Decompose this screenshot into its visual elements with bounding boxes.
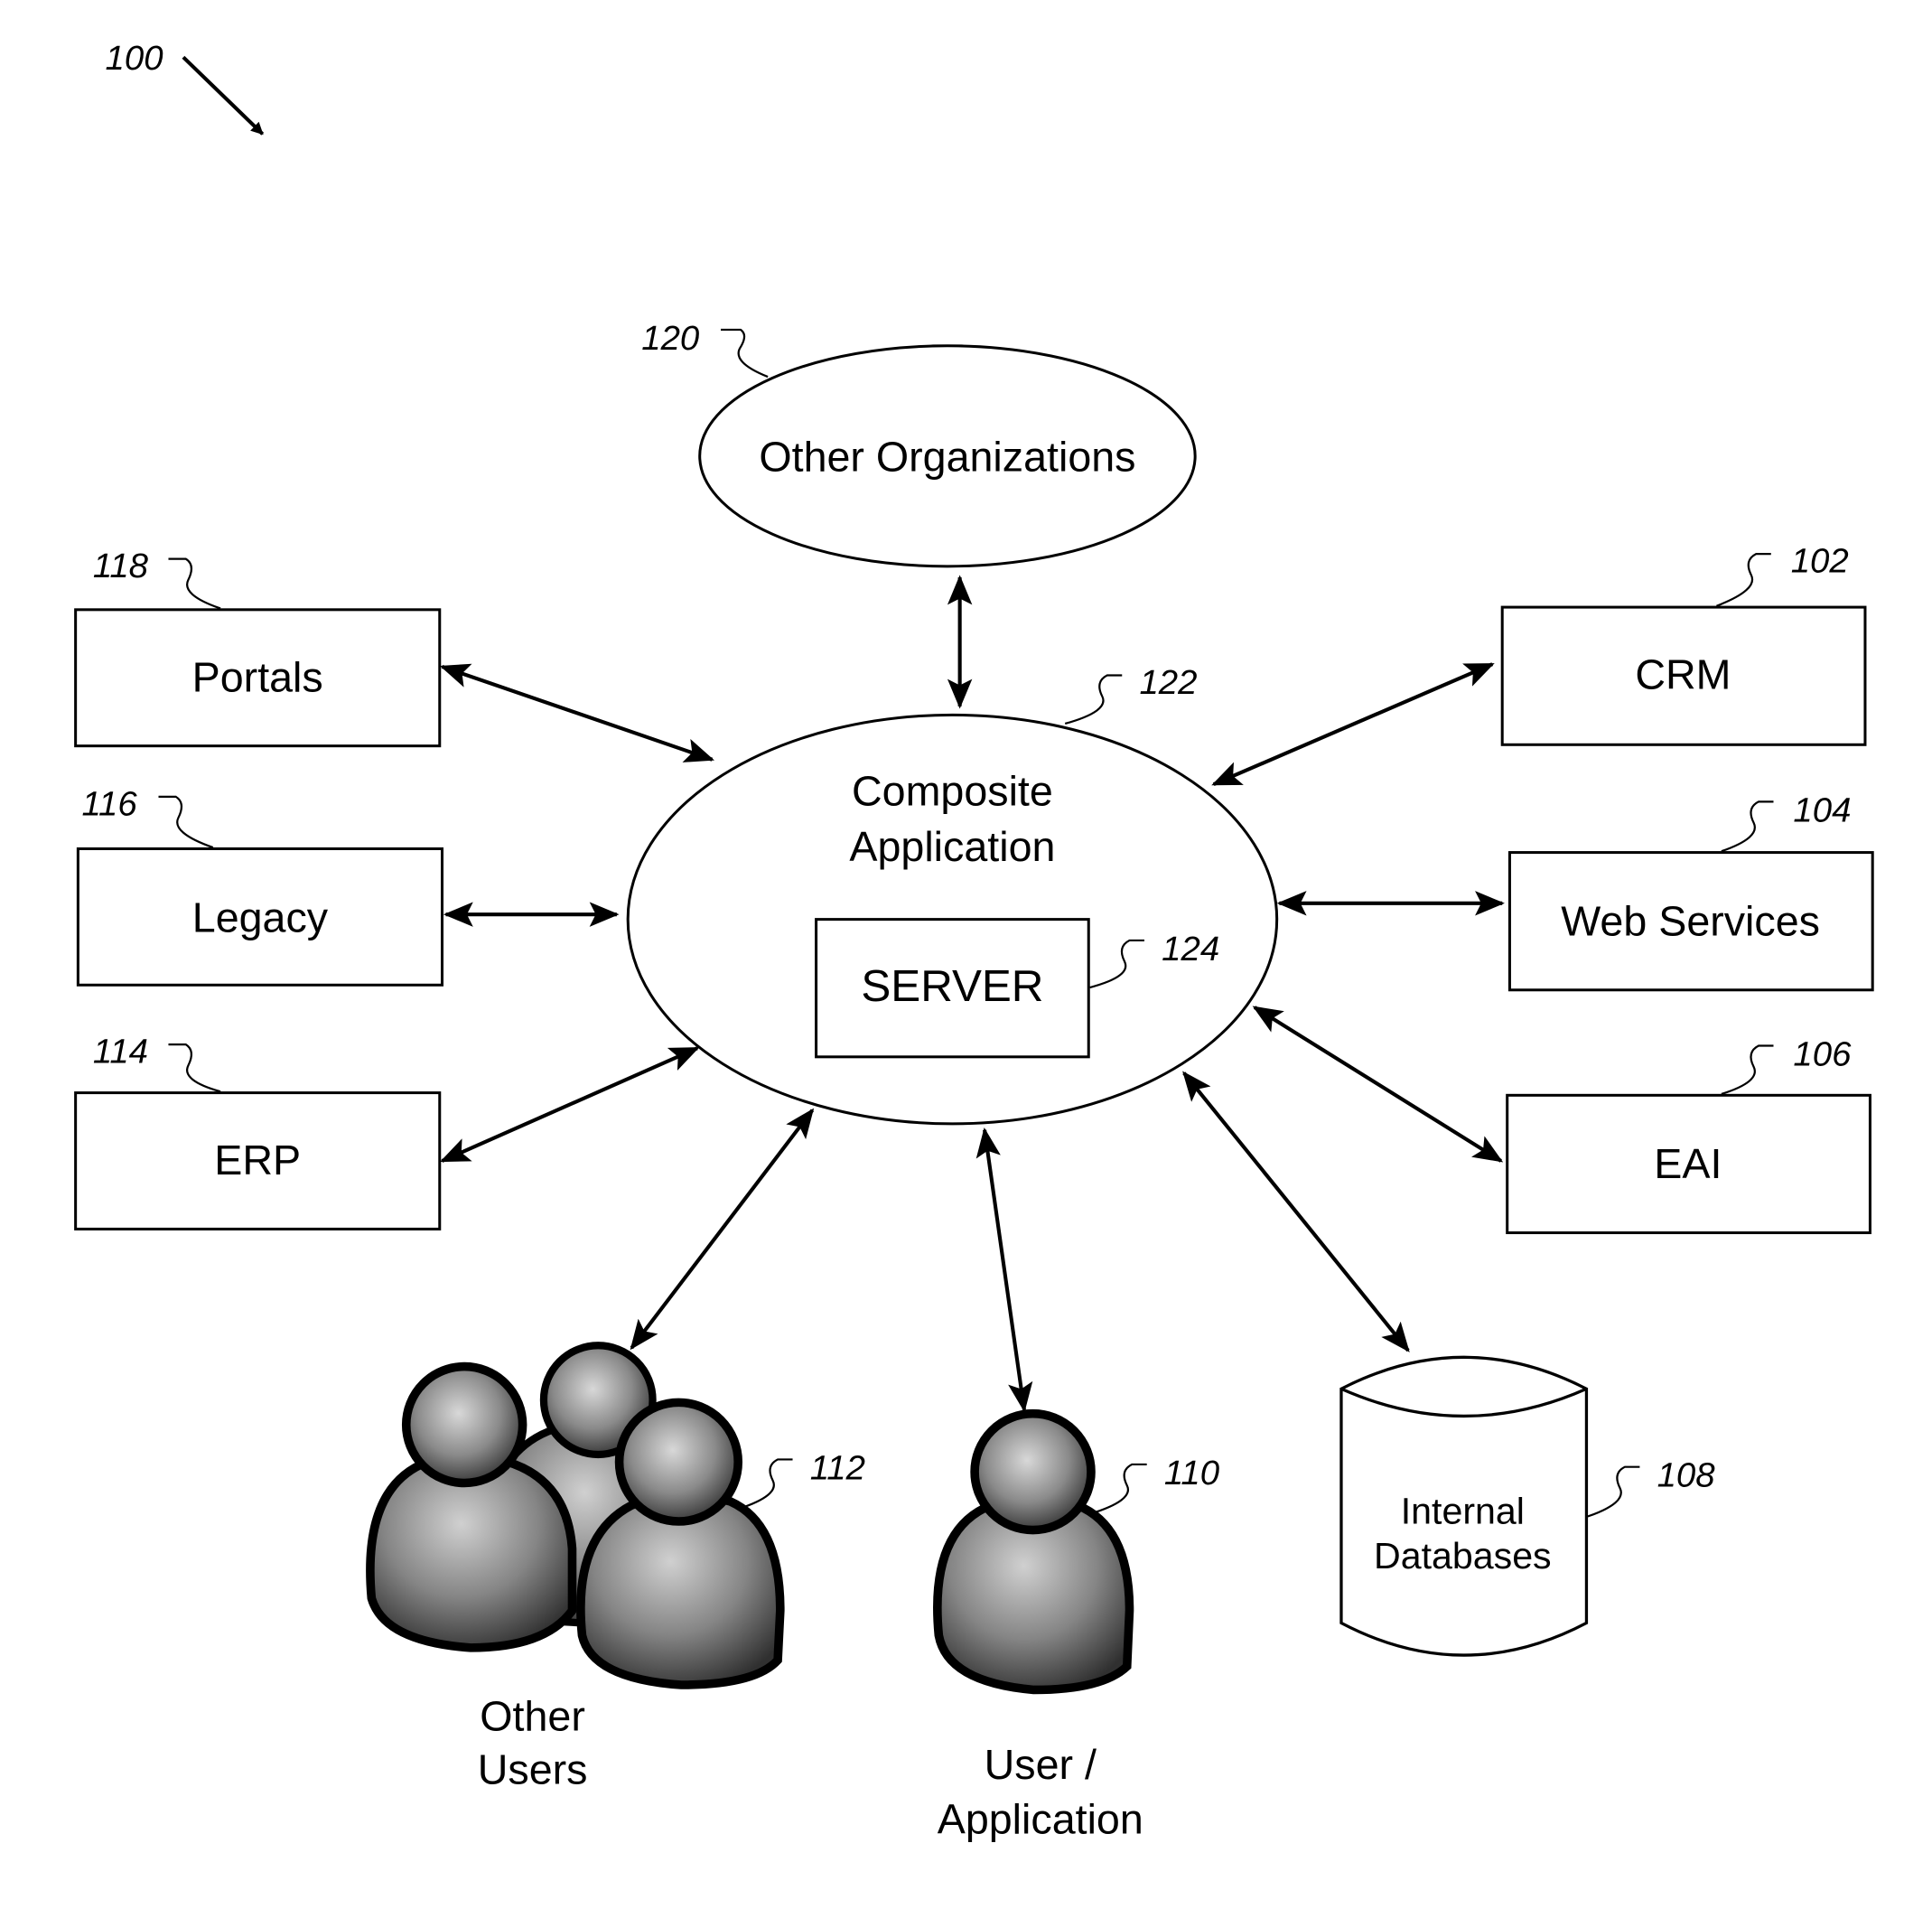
portals-label: Portals [192, 653, 323, 700]
database-line2: Databases [1374, 1535, 1552, 1577]
leader-108 [1587, 1465, 1640, 1518]
leader-110 [1089, 1463, 1147, 1515]
user-application-line1: User / [985, 1741, 1097, 1788]
leader-116 [158, 795, 214, 849]
diagram: 100 Other Organizations 120 Composite Ap… [74, 39, 1874, 1843]
leader-118 [168, 557, 221, 610]
arrow-eai [1252, 1006, 1504, 1163]
server-box[interactable]: SERVER [815, 918, 1090, 1059]
web-services-label: Web Services [1561, 897, 1820, 944]
ref-120: 120 [641, 319, 700, 358]
leader-114 [168, 1043, 221, 1093]
figure-ref-label: 100 [106, 39, 164, 78]
ref-106: 106 [1793, 1034, 1852, 1073]
arrow-user-app [975, 1127, 1033, 1413]
ref-114: 114 [93, 1033, 148, 1071]
user-application-line2: Application [938, 1796, 1143, 1843]
ref-108: 108 [1657, 1456, 1716, 1495]
web-services-node[interactable]: Web Services [1507, 851, 1874, 992]
figure-ref-arrow [182, 55, 265, 136]
legacy-node[interactable]: Legacy [76, 847, 444, 987]
leader-104 [1721, 800, 1774, 853]
ref-118: 118 [93, 547, 149, 585]
ref-112: 112 [810, 1448, 865, 1487]
arrow-crm [1211, 662, 1495, 787]
eai-node[interactable]: EAI [1506, 1093, 1871, 1235]
leader-106 [1721, 1044, 1774, 1096]
arrow-erp [439, 1046, 700, 1163]
leader-112 [737, 1458, 793, 1511]
arrow-other-users [630, 1108, 815, 1351]
leader-122 [1064, 674, 1123, 725]
leader-102 [1716, 553, 1771, 607]
other-users-line1: Other [480, 1693, 585, 1740]
leader-120 [721, 328, 769, 379]
server-label: SERVER [861, 961, 1043, 1011]
composite-title-line2: Application [849, 823, 1055, 870]
ref-102: 102 [1791, 542, 1849, 581]
legacy-label: Legacy [192, 894, 329, 940]
other-organizations-node[interactable]: Other Organizations [698, 344, 1197, 568]
composite-title-line1: Composite [852, 767, 1053, 814]
other-users-line2: Users [478, 1746, 588, 1793]
erp-node[interactable]: ERP [74, 1091, 442, 1230]
internal-databases-node[interactable]: Internal Databases [1339, 1355, 1589, 1657]
portals-node[interactable]: Portals [74, 608, 442, 748]
other-users-icon[interactable] [366, 1342, 785, 1689]
ref-116: 116 [81, 784, 137, 823]
crm-label: CRM [1635, 651, 1731, 698]
other-organizations-label: Other Organizations [759, 433, 1135, 480]
ref-124: 124 [1162, 930, 1219, 968]
arrow-portals [439, 663, 715, 763]
arrow-database [1182, 1071, 1410, 1352]
crm-node[interactable]: CRM [1500, 605, 1867, 746]
ref-110: 110 [1164, 1454, 1220, 1492]
ref-122: 122 [1139, 663, 1197, 702]
ref-104: 104 [1793, 791, 1851, 829]
erp-label: ERP [214, 1137, 301, 1184]
user-application-icon[interactable] [933, 1408, 1134, 1695]
eai-label: EAI [1654, 1140, 1722, 1187]
database-line1: Internal [1401, 1491, 1525, 1532]
